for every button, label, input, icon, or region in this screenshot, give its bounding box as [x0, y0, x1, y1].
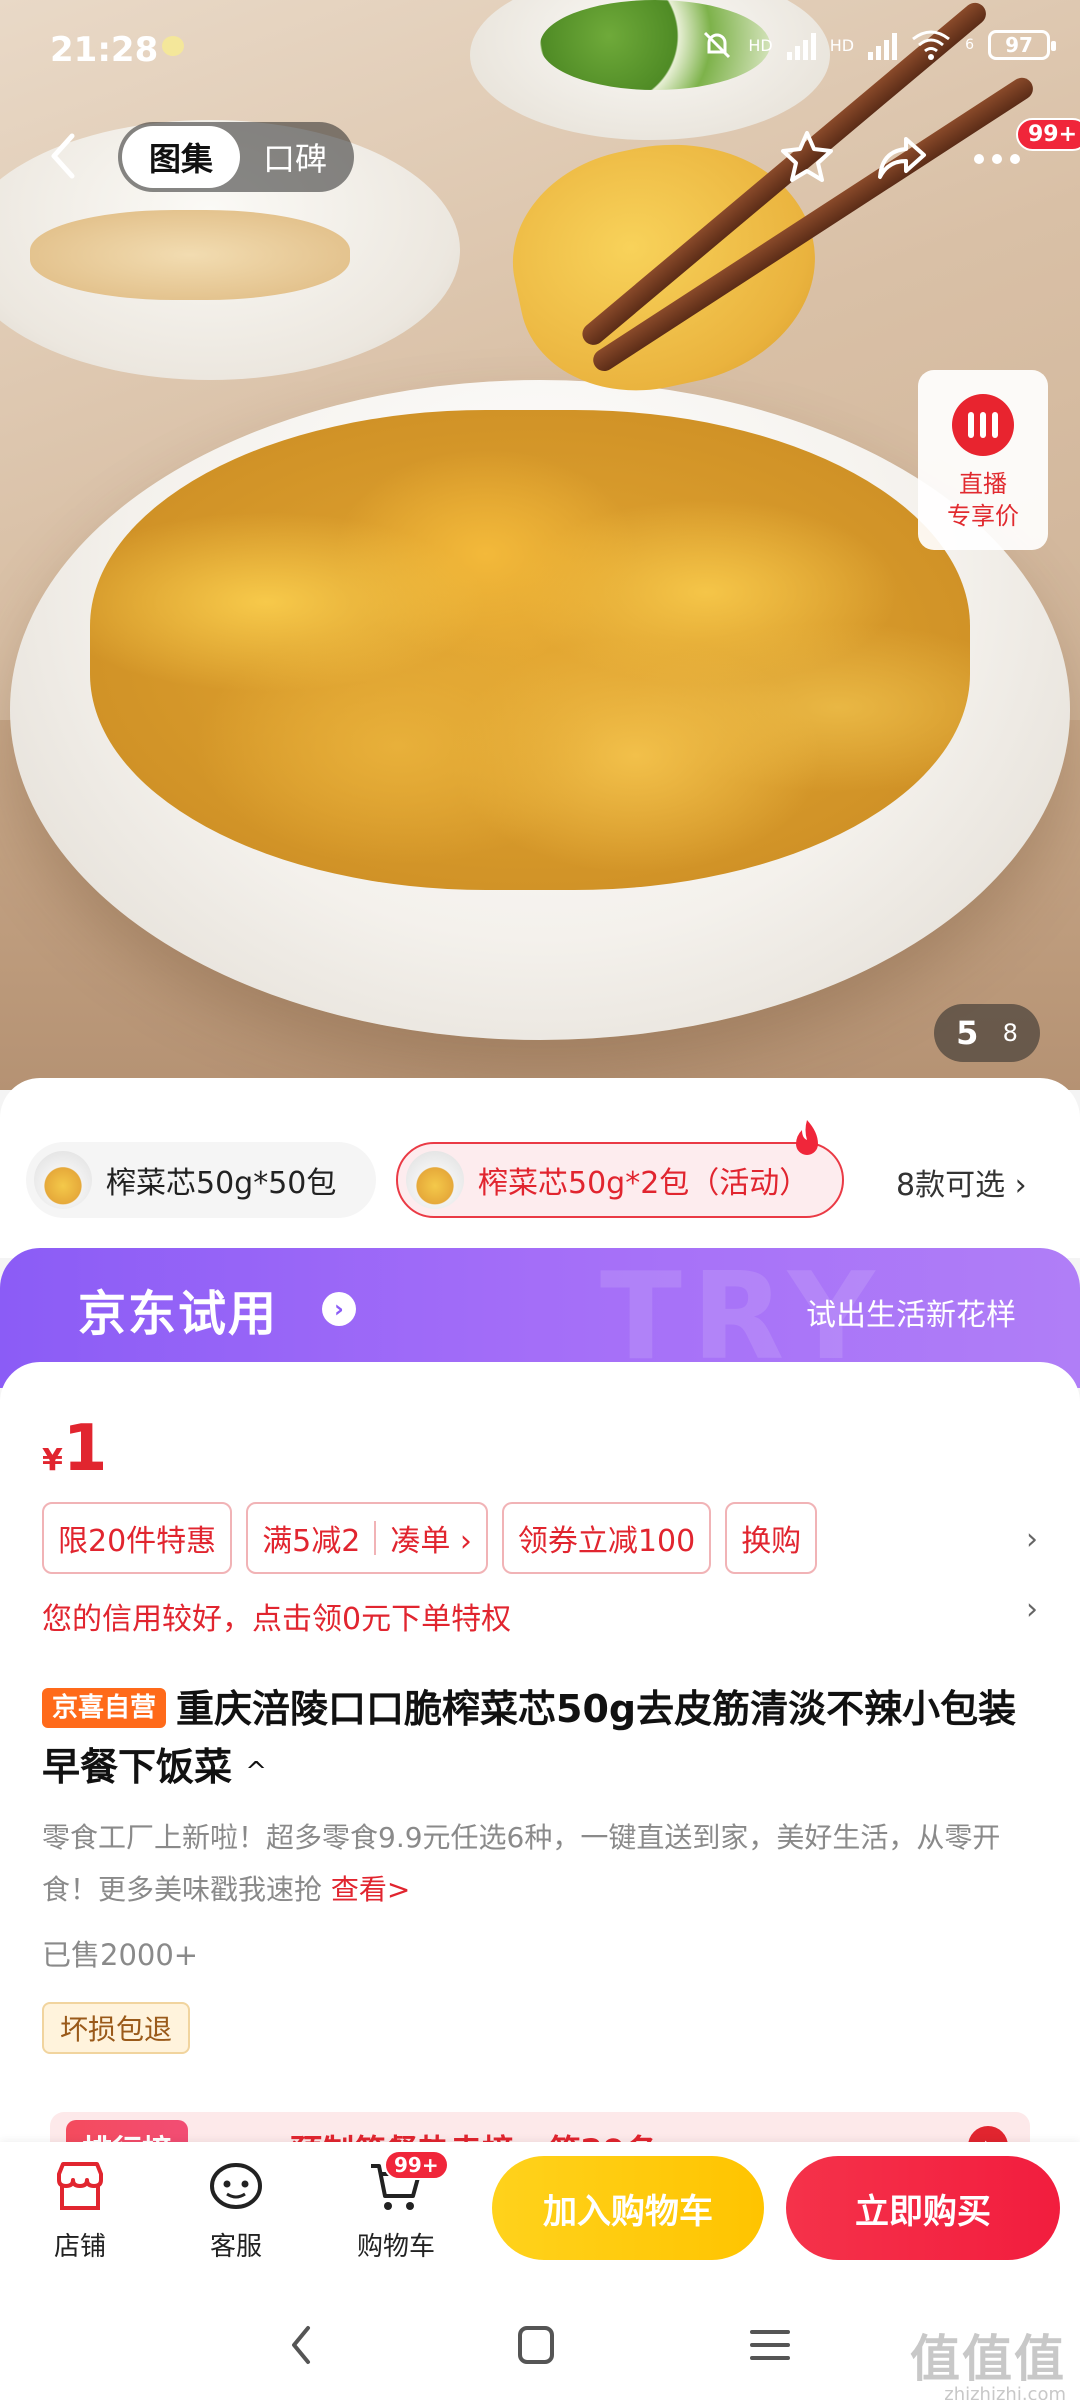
variant-chip-selected[interactable]: 榨菜芯50g*2包（活动）	[396, 1142, 844, 1218]
pager-current: 5	[956, 1014, 979, 1052]
variant-chip[interactable]: 榨菜芯50g*50包	[26, 1142, 376, 1218]
mute-bell-icon	[704, 31, 731, 59]
customer-service-label: 客服	[209, 2232, 262, 2262]
tab-reviews[interactable]: 口碑	[240, 134, 350, 180]
media-tab-switch: 图集 口碑	[118, 122, 354, 192]
credit-privilege-link[interactable]: 您的信用较好，点击领0元下单特权	[42, 1594, 511, 1638]
guarantee-badge[interactable]: 坏损包退	[42, 2002, 191, 2054]
chevron-right-icon[interactable]: ›	[1026, 1592, 1038, 1627]
variant-label: 榨菜芯50g*50包	[106, 1166, 337, 1201]
live-icon	[952, 394, 1014, 456]
trial-title: 京东试用	[78, 1286, 279, 1342]
cart-label: 购物车	[356, 2232, 435, 2262]
system-menu-icon[interactable]	[740, 2320, 800, 2370]
product-info-card: ¥1 限20件特惠 满5减2 凑单 › 领券立减100 换购 › 您的信用较好，…	[0, 1362, 1080, 2142]
promo-exchange[interactable]: 换购	[725, 1502, 818, 1574]
product-title: 京喜自营 重庆涪陵口口脆榨菜芯50g去皮筋清淡不辣小包装早餐下饭菜 ^	[42, 1680, 1042, 1801]
more-variants-link[interactable]: 8款可选 ›	[896, 1160, 1027, 1204]
status-time: 21:28	[50, 30, 159, 70]
site-watermark: 值值值 zhizhizhi.com	[910, 2334, 1066, 2400]
network-hd-label-2: HD	[829, 35, 855, 55]
chevron-right-icon: ›	[322, 1292, 356, 1326]
promo-tag[interactable]: 限20件特惠	[42, 1502, 233, 1574]
sold-count: 已售2000+	[42, 1938, 199, 1972]
variant-selector: 榨菜芯50g*50包 榨菜芯50g*2包（活动） 8款可选 ›	[0, 1078, 1080, 1258]
promo-row: 限20件特惠 满5减2 凑单 › 领券立减100 换购	[42, 1502, 818, 1574]
image-ginger	[30, 210, 350, 300]
add-to-cart-button[interactable]: 加入购物车	[492, 2156, 764, 2260]
share-button[interactable]	[870, 125, 934, 189]
live-price-button[interactable]: 直播 专享价	[918, 370, 1048, 550]
battery-icon: 97	[988, 30, 1056, 60]
price: ¥1	[42, 1412, 107, 1486]
variant-label: 榨菜芯50g*2包（活动）	[478, 1166, 810, 1201]
trial-slogan: 试出生活新花样	[806, 1298, 1016, 1333]
system-home-icon[interactable]	[506, 2320, 566, 2370]
status-icons: HD HD 6 97	[700, 28, 1056, 62]
gallery-pager: 5 8	[934, 1004, 1040, 1062]
customer-service-button[interactable]: 客服	[176, 2156, 296, 2263]
message-badge: 99+	[1016, 118, 1080, 151]
chat-face-icon	[210, 2163, 262, 2209]
product-title-text: 重庆涪陵口口脆榨菜芯50g去皮筋清淡不辣小包装早餐下饭菜	[42, 1687, 1017, 1789]
description-text: 零食工厂上新啦！超多零食9.9元任选6种，一键直送到家，美好生活，从零开食！更多…	[42, 1821, 1001, 1906]
favorite-button[interactable]	[775, 125, 839, 189]
back-icon	[51, 133, 75, 179]
signal-icon	[786, 30, 816, 60]
live-label: 直播 专享价	[947, 470, 1019, 530]
self-operated-tag: 京喜自营	[42, 1688, 167, 1728]
promo-label: 满5减2	[262, 1524, 361, 1559]
product-description: 零食工厂上新啦！超多零食9.9元任选6种，一键直送到家，美好生活，从零开食！更多…	[42, 1812, 1042, 1916]
cart-badge: 99+	[384, 2150, 449, 2180]
buy-now-button[interactable]: 立即购买	[786, 2156, 1060, 2260]
promo-addon-link: 凑单 ›	[390, 1524, 472, 1559]
shop-button[interactable]: 店铺	[20, 2156, 140, 2263]
image-food	[90, 410, 970, 890]
notification-icon	[162, 36, 184, 56]
promo-tag-combo[interactable]: 满5减2 凑单 ›	[246, 1502, 488, 1574]
bottom-action-bar: 店铺 客服 购物车 99+ 加入购物车 立即购买	[0, 2142, 1080, 2288]
back-button[interactable]	[40, 126, 90, 186]
price-value: 1	[62, 1412, 108, 1486]
wifi-sub-label: 6	[965, 37, 974, 53]
signal-icon-2	[868, 30, 898, 60]
share-icon	[878, 137, 926, 179]
watermark-logo: 值值值	[910, 2330, 1066, 2388]
system-back-icon[interactable]	[272, 2320, 332, 2370]
pager-total: 8	[1002, 1019, 1018, 1047]
wifi-icon	[912, 30, 950, 60]
shop-label: 店铺	[53, 2232, 106, 2262]
chevron-right-icon[interactable]: ›	[1026, 1522, 1038, 1557]
status-bar: 21:28 HD HD 6 97	[0, 0, 1080, 100]
variant-thumbnail	[34, 1151, 92, 1209]
shop-icon	[57, 2162, 103, 2210]
hot-flame-icon	[796, 1120, 818, 1155]
variant-thumbnail	[406, 1151, 464, 1209]
promo-coupon[interactable]: 领券立减100	[501, 1502, 712, 1574]
star-icon	[781, 131, 833, 182]
collapse-icon[interactable]: ^	[245, 1757, 267, 1787]
promo-divider	[374, 1521, 377, 1555]
network-hd-label: HD	[748, 35, 773, 55]
tab-gallery[interactable]: 图集	[122, 126, 240, 188]
view-link[interactable]: 查看>	[331, 1873, 410, 1906]
price-currency: ¥	[42, 1443, 63, 1478]
